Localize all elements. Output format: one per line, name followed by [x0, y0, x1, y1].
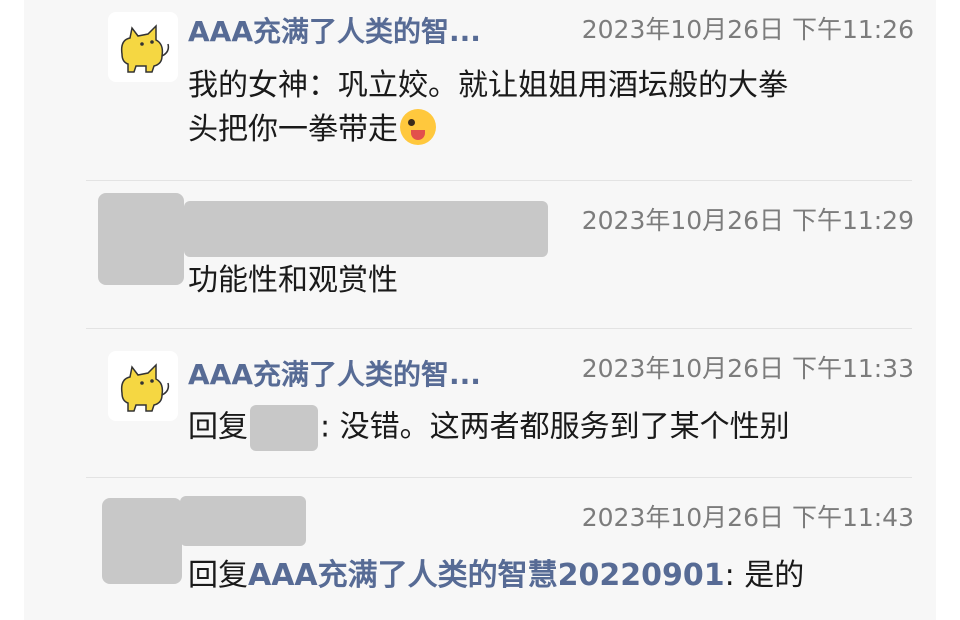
- author-redacted[interactable]: [180, 496, 306, 546]
- comment-time: 2023年10月26日 下午11:43: [581, 503, 914, 532]
- reply-prefix: 回复: [188, 409, 248, 445]
- comment-text: 我的女神：巩立姣。就让姐姐用酒坛般的大拳 头把你一拳带走: [188, 64, 888, 152]
- reply-target-link[interactable]: AAA充满了人类的智慧20220901: [248, 558, 725, 593]
- avatar-cat[interactable]: [108, 351, 178, 421]
- comment-panel: AAA充满了人类的智... 2023年10月26日 下午11:26 我的女神：巩…: [24, 0, 936, 620]
- avatar-redacted[interactable]: [102, 498, 182, 584]
- comment-time: 2023年10月26日 下午11:26: [581, 15, 914, 44]
- comment-author[interactable]: AAA充满了人类的智...: [188, 357, 481, 393]
- comment-author[interactable]: AAA充满了人类的智...: [188, 14, 481, 50]
- comment-text: 回复AAA充满了人类的智慧20220901: 是的: [188, 554, 888, 598]
- comment-text-line: 我的女神：巩立姣。就让姐姐用酒坛般的大拳: [188, 68, 788, 103]
- author-redacted[interactable]: [184, 201, 548, 257]
- comment-text-segment: 头把你一拳带走: [188, 112, 398, 147]
- comment-text-segment: : 没错。这两者都服务到了某个性别: [320, 409, 790, 445]
- avatar-redacted[interactable]: [98, 193, 184, 285]
- comment-text: 功能性和观赏性: [188, 263, 398, 298]
- avatar-cat[interactable]: [108, 12, 178, 82]
- comment-time: 2023年10月26日 下午11:29: [581, 206, 914, 235]
- comment-item: 2023年10月26日 下午11:29 功能性和观赏性: [24, 181, 936, 327]
- winking-tongue-emoji-icon: [400, 109, 436, 145]
- reply-prefix: 回复: [188, 558, 248, 593]
- cat-icon: [120, 363, 170, 412]
- comment-time: 2023年10月26日 下午11:33: [581, 354, 914, 383]
- comment-item: AAA充满了人类的智... 2023年10月26日 下午11:33 回复 : 没错…: [24, 329, 936, 477]
- comment-item: 2023年10月26日 下午11:43 回复AAA充满了人类的智慧2022090…: [24, 478, 936, 620]
- comment-item: AAA充满了人类的智... 2023年10月26日 下午11:26 我的女神：巩…: [24, 0, 936, 180]
- reply-target-redacted[interactable]: [250, 405, 318, 451]
- comment-text: 回复 : 没错。这两者都服务到了某个性别: [188, 405, 888, 451]
- cat-icon: [120, 24, 170, 73]
- comment-text-line: 头把你一拳带走: [188, 108, 888, 152]
- comment-text-segment: : 是的: [724, 558, 805, 593]
